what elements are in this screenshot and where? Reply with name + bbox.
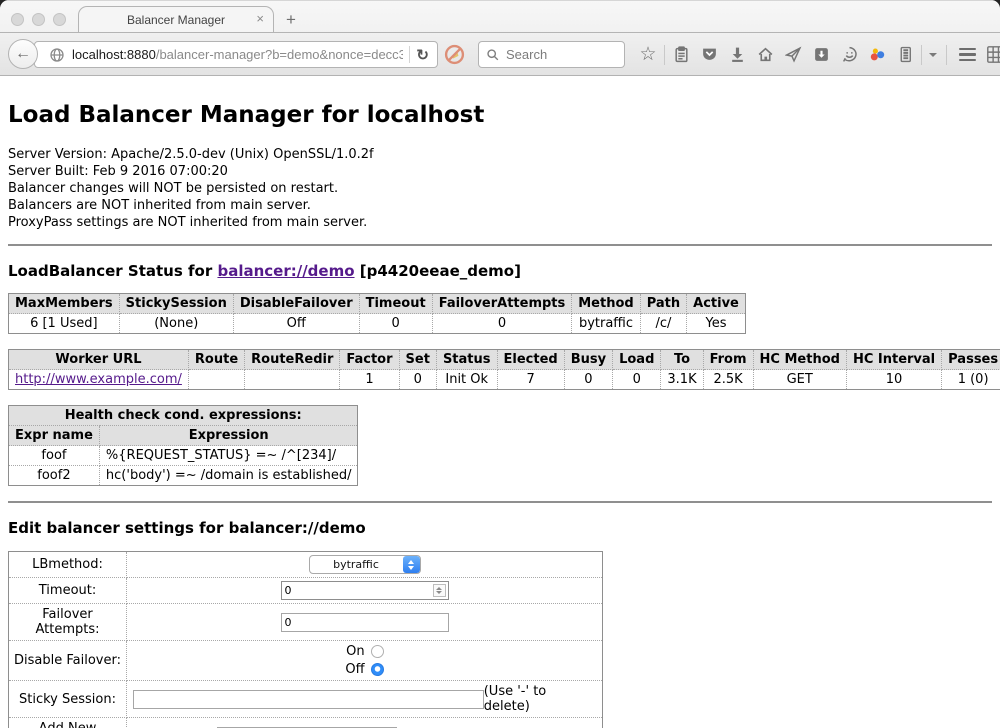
close-window-button[interactable]: [11, 13, 24, 26]
toolbar-divider: [664, 45, 665, 65]
chevron-down-icon[interactable]: [924, 53, 940, 57]
sticky-session-label: Sticky Session:: [9, 681, 127, 718]
url-domain: localhost:8880: [72, 47, 156, 62]
url-path: /balancer-manager?b=demo&nonce=decc37be-…: [156, 47, 404, 62]
timeout-row: Timeout: 0: [9, 578, 603, 604]
color-dots-icon[interactable]: [863, 46, 891, 63]
server-built: Server Built: Feb 9 2016 07:00:20: [8, 163, 992, 180]
content-blocked-icon[interactable]: [444, 44, 465, 65]
browser-window: Balancer Manager × + ← localhost:8880/ba…: [0, 0, 1000, 728]
disable-failover-row: Disable Failover: On Off: [9, 641, 603, 681]
sticky-session-row: Sticky Session: (Use '-' to delete): [9, 681, 603, 718]
traffic-lights: [11, 13, 66, 26]
title-bar: Balancer Manager × +: [0, 0, 1000, 33]
failover-on-radio[interactable]: [371, 645, 384, 658]
tile-grid-icon[interactable]: [981, 45, 1000, 64]
new-tab-button[interactable]: +: [286, 10, 296, 30]
lbmethod-select[interactable]: bytraffic: [309, 555, 421, 574]
notes-panel-icon[interactable]: [891, 46, 919, 63]
timeout-input[interactable]: 0: [281, 581, 449, 600]
edit-balancer-form: LBmethod: bytraffic Timeout: 0: [8, 551, 603, 728]
url-text: localhost:8880/balancer-manager?b=demo&n…: [72, 47, 403, 62]
zoom-window-button[interactable]: [53, 13, 66, 26]
balancer-status-table: MaxMembers StickySession DisableFailover…: [8, 293, 746, 334]
failover-off-radio[interactable]: [371, 663, 384, 676]
failover-attempts-label: Failover Attempts:: [9, 604, 127, 641]
table-row: 6 [1 Used] (None) Off 0 0 bytraffic /c/ …: [9, 314, 746, 334]
bookmark-star-icon[interactable]: ☆: [634, 45, 662, 64]
pocket-icon[interactable]: [695, 46, 723, 63]
divider: [8, 244, 992, 246]
search-placeholder: Search: [506, 47, 547, 62]
tab-close-icon[interactable]: ×: [256, 12, 264, 25]
minimize-window-button[interactable]: [32, 13, 45, 26]
send-tab-icon[interactable]: [779, 46, 807, 63]
downloads-icon[interactable]: [723, 46, 751, 63]
table-header-row: Worker URL Route RouteRedir Factor Set S…: [9, 350, 1000, 370]
toolbar-icons: ☆: [634, 33, 1000, 76]
server-version: Server Version: Apache/2.5.0-dev (Unix) …: [8, 146, 992, 163]
divider: [8, 501, 992, 503]
edit-settings-heading: Edit balancer settings for balancer://de…: [8, 519, 992, 537]
table-title-row: Health check cond. expressions:: [9, 406, 358, 426]
navigation-toolbar: ← localhost:8880/balancer-manager?b=demo…: [0, 33, 1000, 76]
add-worker-row: Add New Worker: Are you sure?: [9, 718, 603, 728]
sticky-session-input[interactable]: [133, 690, 484, 709]
status-heading: LoadBalancer Status for balancer://demo …: [8, 262, 992, 280]
toolbar-divider: [921, 45, 922, 65]
worker-table: Worker URL Route RouteRedir Factor Set S…: [8, 349, 1000, 390]
page-content: Load Balancer Manager for localhost Serv…: [0, 76, 1000, 728]
number-spinner-icon[interactable]: [433, 584, 446, 597]
inherit-note: Balancers are NOT inherited from main se…: [8, 197, 992, 214]
table-row: http://www.example.com/ 1 0 Init Ok 7 0 …: [9, 370, 1000, 390]
clipboard-icon[interactable]: [667, 46, 695, 63]
table-row: foof2 hc('body') =~ /domain is establish…: [9, 466, 358, 486]
globe-icon: [49, 47, 65, 63]
save-page-icon[interactable]: [807, 46, 835, 63]
feedback-smiley-icon[interactable]: [835, 46, 863, 63]
radio-off-label: Off: [345, 662, 364, 677]
proxypass-note: ProxyPass settings are NOT inherited fro…: [8, 214, 992, 231]
back-button[interactable]: ←: [8, 39, 38, 69]
server-info: Server Version: Apache/2.5.0-dev (Unix) …: [8, 146, 992, 231]
search-bar[interactable]: Search: [478, 41, 625, 68]
persist-note: Balancer changes will NOT be persisted o…: [8, 180, 992, 197]
failover-attempts-row: Failover Attempts: 0: [9, 604, 603, 641]
url-divider: [409, 46, 410, 63]
table-header-row: Expr name Expression: [9, 426, 358, 446]
worker-url-link[interactable]: http://www.example.com/: [15, 372, 182, 387]
home-icon[interactable]: [751, 46, 779, 63]
lbmethod-row: LBmethod: bytraffic: [9, 552, 603, 578]
failover-attempts-input[interactable]: 0: [281, 613, 449, 632]
radio-on-label: On: [346, 644, 364, 659]
menu-hamburger-icon[interactable]: [953, 48, 981, 62]
timeout-label: Timeout:: [9, 578, 127, 604]
add-worker-label: Add New Worker:: [9, 718, 127, 728]
tab-title: Balancer Manager: [127, 13, 225, 27]
sticky-session-hint: (Use '-' to delete): [484, 684, 598, 714]
tab-balancer-manager[interactable]: Balancer Manager ×: [78, 6, 274, 33]
table-header-row: MaxMembers StickySession DisableFailover…: [9, 294, 746, 314]
select-stepper-icon: [403, 556, 420, 573]
lbmethod-label: LBmethod:: [9, 552, 127, 578]
toolbar-divider: [946, 45, 947, 65]
health-check-table: Health check cond. expressions: Expr nam…: [8, 405, 358, 486]
search-icon: [486, 48, 500, 62]
reload-icon[interactable]: ↻: [416, 46, 429, 64]
balancer-demo-link[interactable]: balancer://demo: [217, 262, 354, 280]
page-title: Load Balancer Manager for localhost: [8, 76, 992, 128]
url-bar[interactable]: localhost:8880/balancer-manager?b=demo&n…: [34, 41, 438, 68]
disable-failover-label: Disable Failover:: [9, 641, 127, 681]
table-row: foof %{REQUEST_STATUS} =~ /^[234]/: [9, 446, 358, 466]
